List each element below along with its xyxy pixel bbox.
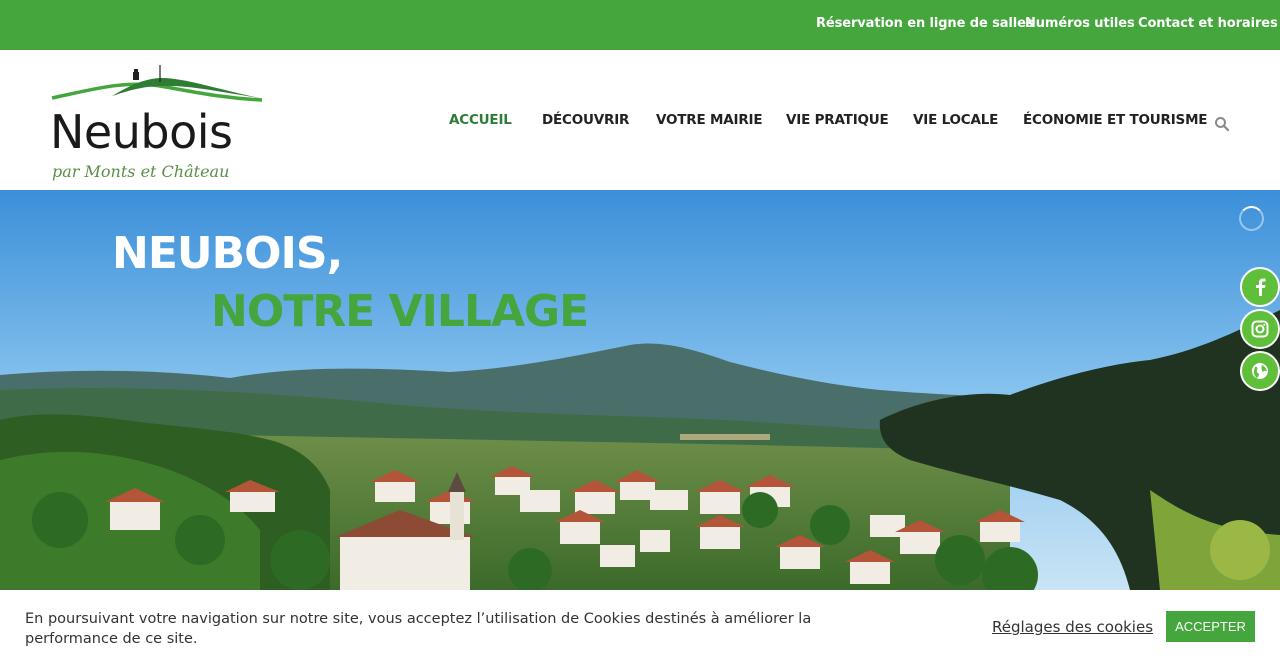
logo-name: Neubois bbox=[50, 105, 232, 159]
logo-tagline: par Monts et Château bbox=[52, 162, 229, 181]
facebook-icon[interactable] bbox=[1240, 267, 1280, 307]
cookie-accept-button[interactable]: ACCEPTER bbox=[1166, 611, 1255, 642]
cookie-message: En poursuivant votre navigation sur notr… bbox=[25, 611, 812, 647]
nav-item-votre-mairie[interactable]: VOTRE MAIRIE bbox=[656, 112, 763, 128]
nav-item-vie-pratique[interactable]: VIE PRATIQUE bbox=[786, 112, 889, 128]
hero-title-line1: NEUBOIS, bbox=[112, 228, 343, 279]
nav-item-accueil[interactable]: ACCUEIL bbox=[449, 112, 512, 128]
cookie-banner: En poursuivant votre navigation sur notr… bbox=[0, 590, 1280, 661]
logo-graphic: Neubois par Monts et Château bbox=[50, 65, 263, 181]
topbar-link-contact[interactable]: Contact et horaires bbox=[1138, 16, 1278, 31]
search-icon[interactable] bbox=[1214, 116, 1230, 132]
nav-item-vie-locale[interactable]: VIE LOCALE bbox=[913, 112, 998, 128]
site-header: Neubois par Monts et Château ACCUEIL DÉC… bbox=[0, 50, 1280, 190]
top-bar: Réservation en ligne de salles Numéros u… bbox=[0, 0, 1280, 50]
cookie-settings-link[interactable]: Réglages des cookies bbox=[992, 618, 1153, 636]
instagram-icon[interactable] bbox=[1240, 309, 1280, 349]
topbar-link-numeros[interactable]: Numéros utiles bbox=[1025, 16, 1135, 31]
slider-loader-icon bbox=[1239, 206, 1264, 231]
hero-banner: NEUBOIS, NOTRE VILLAGE bbox=[0, 190, 1280, 590]
hero-title-line2: NOTRE VILLAGE bbox=[211, 286, 589, 337]
nav-item-decouvrir[interactable]: DÉCOUVRIR bbox=[542, 112, 629, 128]
site-logo[interactable]: Neubois par Monts et Château bbox=[50, 60, 265, 185]
nav-item-economie-tourisme[interactable]: ÉCONOMIE ET TOURISME bbox=[1023, 112, 1208, 128]
topbar-link-reservation[interactable]: Réservation en ligne de salles bbox=[816, 16, 1034, 31]
globe-icon[interactable] bbox=[1240, 351, 1280, 391]
